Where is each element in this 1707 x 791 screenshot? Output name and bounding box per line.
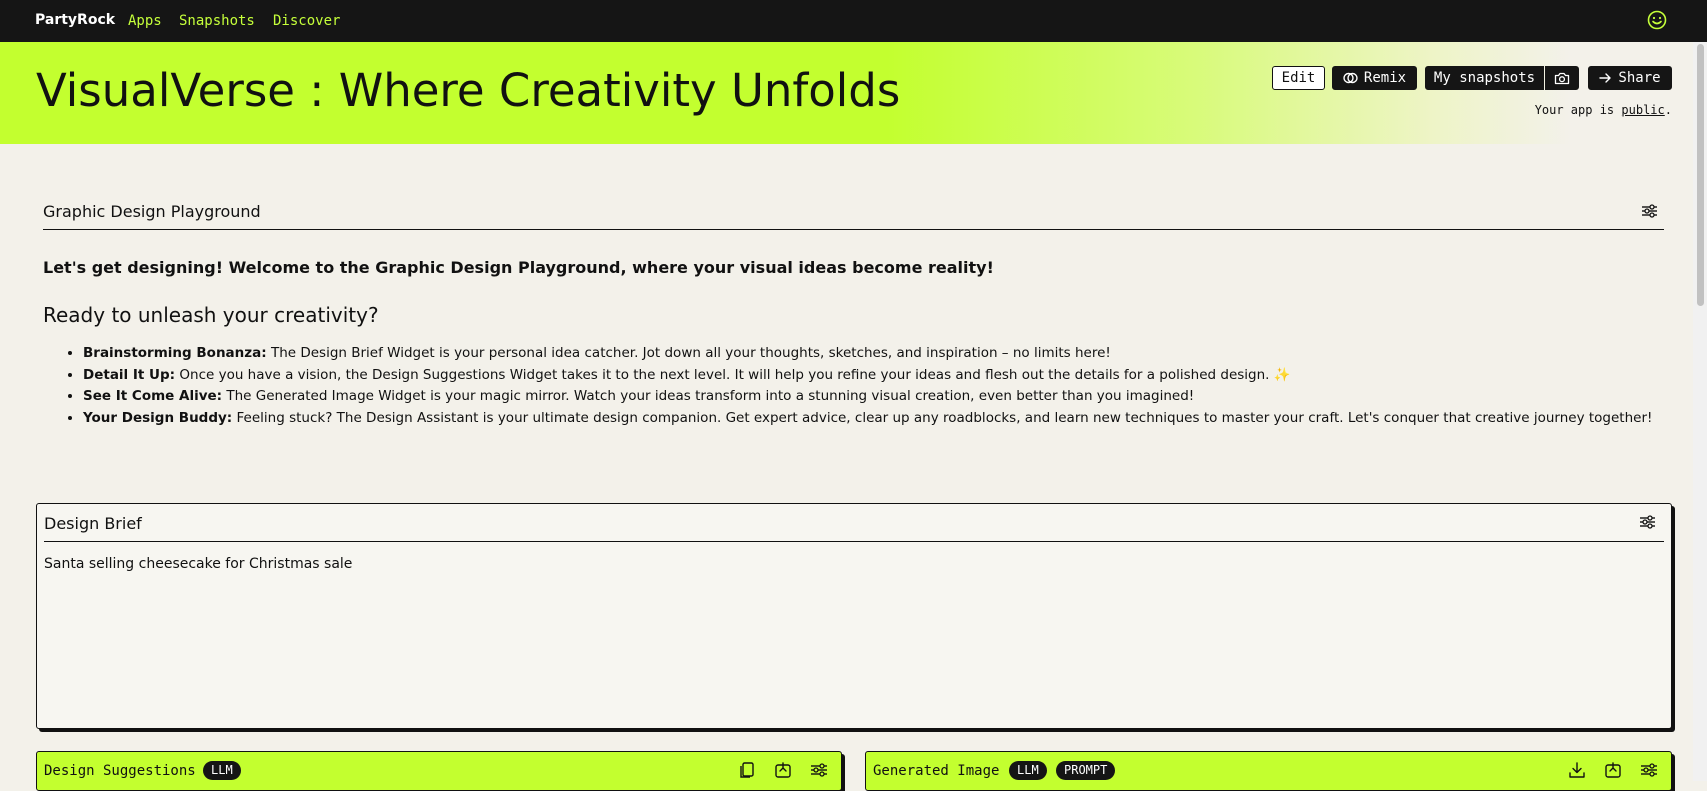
settings-sliders-icon[interactable]: [1639, 514, 1656, 530]
app-header: VisualVerse : Where Creativity Unfolds E…: [0, 42, 1707, 144]
take-snapshot-button[interactable]: [1545, 66, 1579, 90]
visibility-note: Your app is public.: [1535, 103, 1672, 117]
settings-sliders-icon[interactable]: [1640, 761, 1658, 779]
design-suggestions-title: Design Suggestions: [44, 763, 196, 779]
llm-badge: LLM: [1009, 761, 1047, 780]
camera-icon: [1554, 72, 1570, 84]
intro-section-title: Graphic Design Playground: [43, 202, 261, 221]
arrow-right-icon: [1599, 73, 1612, 83]
nav-link-snapshots[interactable]: Snapshots: [179, 13, 255, 29]
share-button[interactable]: Share: [1588, 66, 1672, 90]
design-suggestions-widget: Design Suggestions LLM: [36, 751, 842, 791]
nav-link-apps[interactable]: Apps: [128, 13, 162, 29]
list-item-text: The Generated Image Widget is your magic…: [222, 388, 1195, 404]
settings-sliders-icon[interactable]: [1641, 203, 1658, 219]
list-item-label: Detail It Up:: [83, 366, 176, 383]
visibility-link[interactable]: public: [1621, 103, 1664, 117]
llm-badge: LLM: [203, 761, 241, 780]
generated-image-widget: Generated Image LLM PROMPT: [865, 751, 1672, 791]
scrollbar-thumb[interactable]: [1697, 44, 1704, 306]
nav-link-discover[interactable]: Discover: [273, 13, 340, 29]
brand-logo[interactable]: PartyRock: [35, 12, 115, 28]
design-brief-input[interactable]: Santa selling cheesecake for Christmas s…: [44, 556, 1644, 572]
list-item: Brainstorming Bonanza: The Design Brief …: [83, 343, 1703, 365]
settings-sliders-icon[interactable]: [810, 761, 828, 779]
design-brief-divider: [44, 541, 1664, 542]
design-brief-title: Design Brief: [44, 514, 142, 533]
refresh-icon[interactable]: [1604, 761, 1622, 779]
visibility-prefix: Your app is: [1534, 103, 1615, 117]
list-item: See It Come Alive: The Generated Image W…: [83, 386, 1703, 408]
welcome-text: Let's get designing! Welcome to the Grap…: [43, 258, 994, 277]
list-item-text: The Design Brief Widget is your personal…: [266, 345, 1111, 361]
list-item-label: Brainstorming Bonanza:: [83, 345, 267, 361]
my-snapshots-button[interactable]: My snapshots: [1425, 66, 1544, 90]
edit-button[interactable]: Edit: [1272, 66, 1325, 90]
list-item: Detail It Up: Once you have a vision, th…: [83, 365, 1703, 387]
copy-icon[interactable]: [738, 761, 756, 779]
visibility-suffix: .: [1664, 103, 1672, 117]
app-title: VisualVerse : Where Creativity Unfolds: [36, 64, 901, 117]
remix-button-label: Remix: [1363, 70, 1407, 86]
list-item: Your Design Buddy: Feeling stuck? The De…: [83, 408, 1703, 430]
feature-list: Brainstorming Bonanza: The Design Brief …: [43, 343, 1703, 429]
edit-button-label: Edit: [1281, 70, 1316, 86]
smiley-icon[interactable]: [1647, 10, 1667, 30]
list-item-text: Once you have a vision, the Design Sugge…: [175, 366, 1291, 383]
share-button-label: Share: [1618, 70, 1661, 86]
design-brief-widget: Design Brief Santa selling cheesecake fo…: [36, 503, 1672, 729]
list-item-label: Your Design Buddy:: [83, 409, 233, 426]
list-item-label: See It Come Alive:: [83, 388, 223, 404]
refresh-icon[interactable]: [774, 761, 792, 779]
top-nav: PartyRock Apps Snapshots Discover: [0, 0, 1707, 42]
prompt-badge: PROMPT: [1056, 761, 1116, 780]
generated-image-title: Generated Image: [873, 763, 1000, 779]
download-icon[interactable]: [1568, 761, 1586, 779]
remix-button[interactable]: Remix: [1332, 66, 1417, 90]
intro-divider: [43, 229, 1664, 230]
intro-heading: Ready to unleash your creativity?: [43, 303, 379, 327]
remix-icon: [1343, 72, 1358, 84]
my-snapshots-button-label: My snapshots: [1433, 70, 1536, 86]
list-item-text: Feeling stuck? The Design Assistant is y…: [232, 409, 1653, 426]
